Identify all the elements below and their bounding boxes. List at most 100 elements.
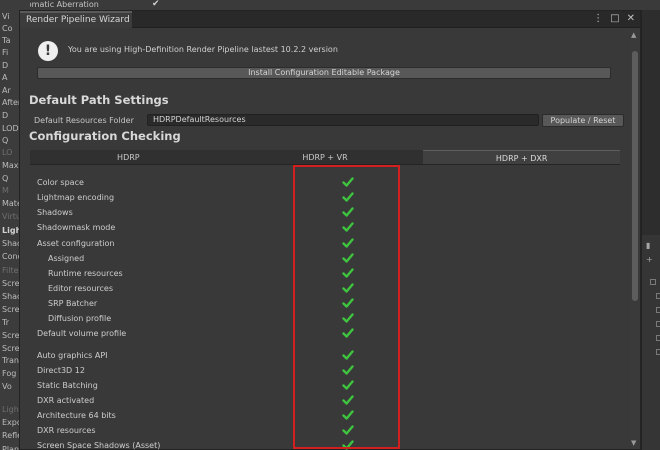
inspector-item-fragment[interactable]: Ta — [2, 36, 10, 45]
config-check-label: Static Batching — [37, 381, 98, 390]
inspector-item-fragment[interactable]: Tran — [2, 356, 19, 365]
inspector-item-fragment[interactable]: D — [2, 111, 8, 120]
config-check-row: Runtime resources — [30, 268, 620, 282]
check-icon — [342, 238, 354, 248]
config-check-label: Diffusion profile — [48, 314, 112, 323]
default-resources-label: Default Resources Folder — [34, 116, 134, 125]
inspector-item-fragment[interactable]: M — [2, 186, 9, 195]
inspector-item-fragment[interactable]: A — [2, 73, 7, 82]
config-check-row: Shadowmask mode — [30, 222, 620, 236]
render-pipeline-wizard-window: Render Pipeline Wizard ⋮ □ ✕ ▲ ▼ ! You a… — [19, 10, 641, 450]
config-check-label: Auto graphics API — [37, 351, 108, 360]
inspector-item-fragment[interactable]: Fog — [2, 369, 16, 378]
folder-icon[interactable]: ▮ — [646, 241, 650, 250]
window-tab[interactable]: Render Pipeline Wizard — [20, 11, 132, 28]
inspector-item-fragment[interactable]: Scre — [2, 344, 20, 353]
inspector-item-fragment[interactable]: Ar — [2, 86, 11, 95]
check-icon — [342, 440, 354, 450]
config-check-label: Editor resources — [48, 284, 113, 293]
config-check-row: SRP Batcher — [30, 298, 620, 312]
scroll-up-icon[interactable]: ▲ — [631, 31, 636, 39]
maximize-icon[interactable]: □ — [610, 13, 619, 24]
check-icon — [342, 350, 354, 360]
config-check-list: Color space Lightmap encoding Shadows Shado… — [30, 166, 620, 450]
inspector-item-fragment[interactable]: Scre — [2, 331, 20, 340]
tab-hdrp-vr[interactable]: HDRP + VR — [227, 150, 424, 164]
tree-node-icon[interactable] — [656, 335, 660, 341]
check-icon — [342, 253, 354, 263]
check-icon — [342, 365, 354, 375]
inspector-item-fragment[interactable]: Vi — [2, 12, 10, 21]
vertical-scrollbar[interactable]: ▲ ▼ — [630, 29, 640, 449]
scroll-down-icon[interactable]: ▼ — [631, 439, 636, 447]
window-titlebar[interactable]: Render Pipeline Wizard ⋮ □ ✕ — [20, 11, 640, 28]
inspector-item-fragment[interactable]: LO — [2, 148, 12, 157]
checkmark-icon[interactable]: ✔ — [152, 0, 160, 9]
config-check-row: Editor resources — [30, 283, 620, 297]
add-icon[interactable]: + — [646, 255, 653, 264]
inspector-item-fragment[interactable]: Q — [2, 174, 8, 183]
inspector-item-fragment[interactable]: Tr — [2, 318, 9, 327]
config-check-label: Asset configuration — [37, 239, 115, 248]
populate-reset-button[interactable]: Populate / Reset — [542, 114, 624, 127]
install-config-package-button[interactable]: Install Configuration Editable Package — [37, 67, 611, 79]
config-check-label: Color space — [37, 178, 84, 187]
config-check-label: Shadows — [37, 208, 73, 217]
config-check-row: Direct3D 12 — [30, 365, 620, 379]
inspector-item-fragment[interactable]: Maxi — [2, 161, 21, 170]
config-check-label: Runtime resources — [48, 269, 123, 278]
config-check-row: Asset configuration — [30, 238, 620, 252]
config-check-label: Architecture 64 bits — [37, 411, 116, 420]
info-helpbox: ! You are using High-Definition Render P… — [30, 33, 620, 71]
pipeline-tabs: HDRP HDRP + VR HDRP + DXR — [30, 150, 621, 165]
inspector-item-fragment[interactable]: LOD — [2, 124, 19, 133]
config-check-label: Default volume profile — [37, 329, 127, 338]
inspector-item-fragment[interactable]: D — [2, 61, 8, 70]
inspector-item-fragment[interactable]: Fi — [2, 48, 8, 57]
config-check-row: Static Batching — [30, 380, 620, 394]
warning-icon: ! — [38, 41, 58, 61]
check-icon — [342, 328, 354, 338]
config-check-label: SRP Batcher — [48, 299, 98, 308]
inspector-item-fragment[interactable]: Q — [2, 136, 8, 145]
window-controls: ⋮ □ ✕ — [593, 13, 635, 24]
inspector-item-fragment[interactable]: Vo — [2, 382, 12, 391]
check-icon — [342, 192, 354, 202]
config-check-row: DXR resources — [30, 425, 620, 439]
config-check-label: Shadowmask mode — [37, 223, 116, 232]
config-check-row: DXR activated — [30, 395, 620, 409]
version-message: You are using High-Definition Render Pip… — [68, 45, 338, 54]
tree-node-icon[interactable] — [650, 279, 656, 285]
check-icon — [342, 177, 354, 187]
config-check-label: DXR resources — [37, 426, 96, 435]
check-icon — [342, 410, 354, 420]
config-check-row: Screen Space Shadows (Asset) — [30, 440, 620, 450]
config-check-row: Assigned — [30, 253, 620, 267]
close-icon[interactable]: ✕ — [627, 13, 635, 24]
config-check-row: Architecture 64 bits — [30, 410, 620, 424]
check-icon — [342, 313, 354, 323]
background-project-panel: ▮ + — [640, 10, 660, 450]
default-resources-field[interactable]: HDRPDefaultResources — [147, 114, 539, 126]
inspector-item-fragment[interactable]: Scre — [2, 305, 20, 314]
check-icon — [342, 380, 354, 390]
tree-node-icon[interactable] — [656, 349, 660, 355]
background-inspector-header: Chromatic Aberration ✔ — [0, 0, 660, 10]
menu-icon[interactable]: ⋮ — [593, 13, 603, 24]
config-check-row: Auto graphics API — [30, 350, 620, 364]
inspector-item-fragment[interactable]: Filte — [2, 266, 19, 275]
tree-node-icon[interactable] — [656, 307, 660, 313]
config-check-row: Default volume profile — [30, 328, 620, 342]
check-icon — [342, 207, 354, 217]
scrollbar-thumb[interactable] — [632, 51, 638, 301]
check-icon — [342, 222, 354, 232]
check-icon — [342, 298, 354, 308]
tab-hdrp-dxr[interactable]: HDRP + DXR — [423, 150, 621, 164]
default-path-heading: Default Path Settings — [29, 93, 169, 107]
tab-hdrp[interactable]: HDRP — [30, 150, 227, 164]
tree-node-icon[interactable] — [656, 293, 660, 299]
tree-node-icon[interactable] — [656, 321, 660, 327]
project-panel-body: ▮ + — [642, 235, 660, 450]
inspector-item-fragment[interactable]: Co — [2, 24, 12, 33]
inspector-item-fragment[interactable]: Scre — [2, 279, 20, 288]
